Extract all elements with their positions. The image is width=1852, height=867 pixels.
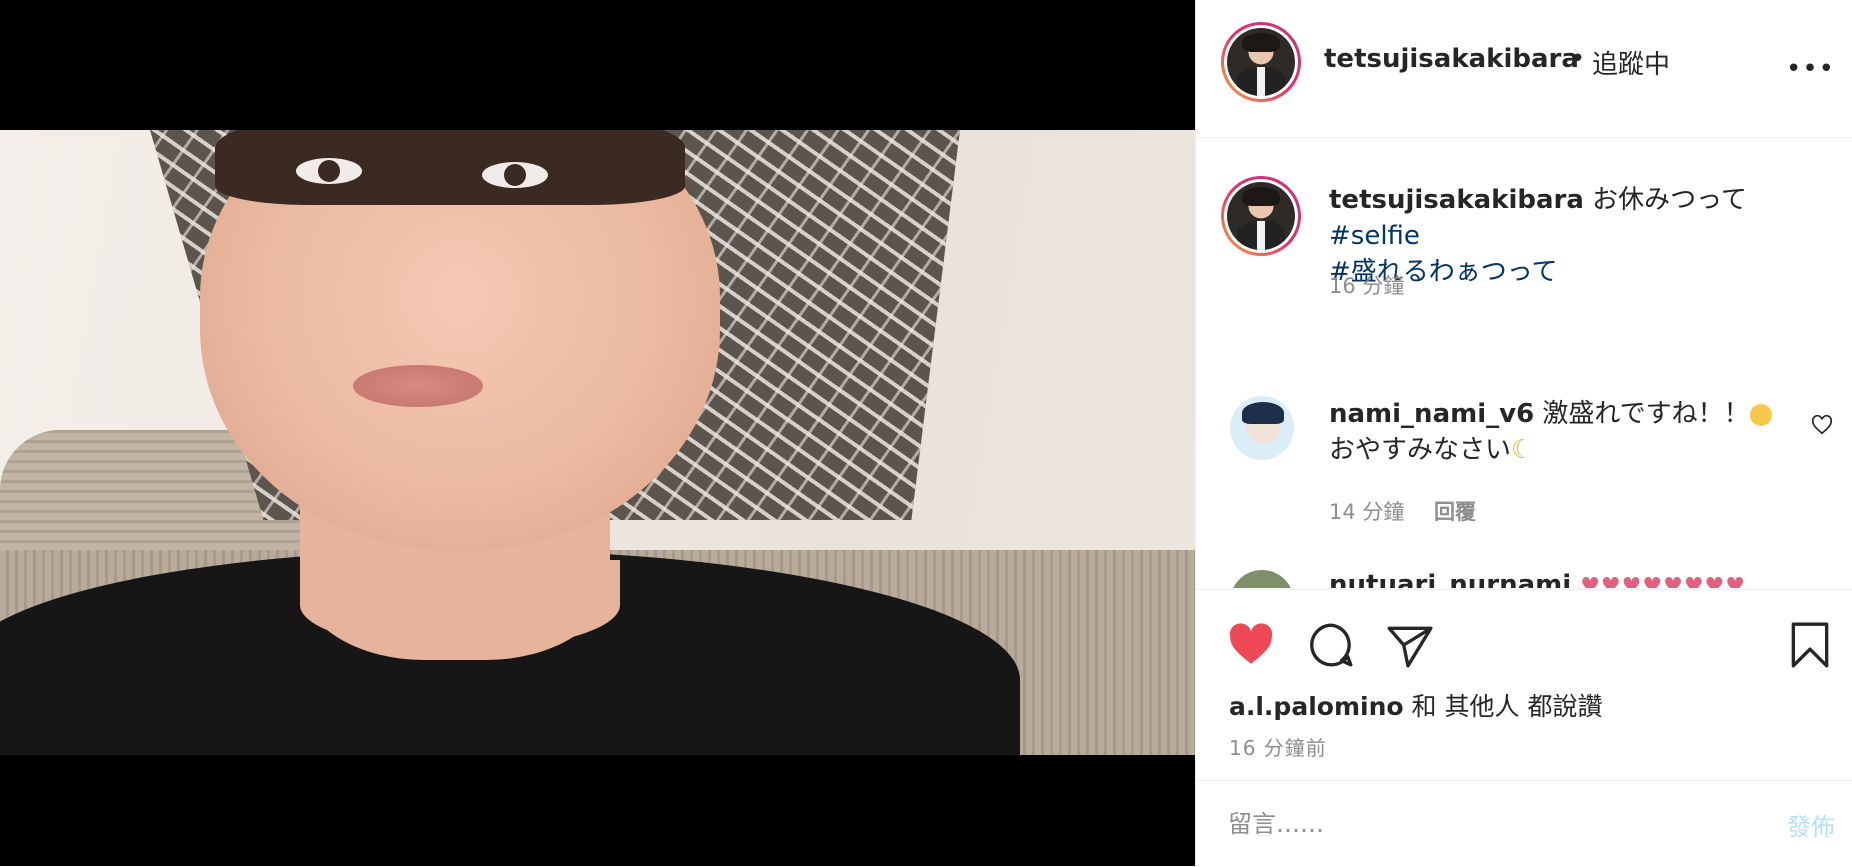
photo-eye-left — [296, 158, 362, 184]
caption-username[interactable]: tetsujisakakibara — [1329, 185, 1584, 215]
moon-emoji-icon: ☾ — [1511, 435, 1535, 465]
comment-box: 發佈 — [1196, 780, 1852, 867]
author-username[interactable]: tetsujisakakibara — [1324, 44, 1579, 74]
caption-text: お休みつって — [1592, 185, 1747, 215]
comment-item: nami_nami_v6 激盛れですね！！ おやすみなさい☾ — [1329, 396, 1789, 468]
likes-suffix: 都說讚 — [1527, 692, 1603, 721]
comment-like-heart-icon[interactable] — [1811, 414, 1833, 436]
flushed-emoji-icon — [1749, 403, 1772, 426]
post-media[interactable] — [0, 0, 1195, 866]
comment-text: 激盛れですね！！ — [1542, 399, 1750, 429]
photo-collar — [300, 560, 620, 650]
comment-hearts: ♥♥♥♥♥♥♥♥ — [1580, 574, 1746, 588]
comment-avatar[interactable] — [1230, 570, 1294, 588]
comment-input[interactable] — [1226, 803, 1730, 845]
post-photo[interactable] — [0, 130, 1195, 755]
post-actions: a.l.palomino 和 其他人 都說讚 16 分鐘前 — [1196, 589, 1852, 770]
share-paper-plane-icon[interactable] — [1385, 620, 1435, 670]
post-comment-button[interactable]: 發佈 — [1787, 807, 1835, 842]
bookmark-icon[interactable] — [1785, 620, 1835, 670]
author-avatar[interactable] — [1221, 22, 1301, 102]
reply-button[interactable]: 回覆 — [1434, 496, 1476, 526]
post-header: tetsujisakakibara • 追蹤中 ••• — [1196, 0, 1852, 138]
post-side-panel: tetsujisakakibara • 追蹤中 ••• tetsujisakak… — [1195, 0, 1852, 866]
comment-avatar[interactable] — [1230, 396, 1294, 460]
likes-and: 和 — [1411, 692, 1437, 721]
like-heart-icon[interactable] — [1226, 620, 1276, 670]
comment-bubble-icon[interactable] — [1306, 620, 1356, 670]
caption-time[interactable]: 16 分鐘 — [1329, 270, 1404, 300]
liker-username[interactable]: a.l.palomino — [1229, 692, 1404, 721]
post-timestamp[interactable]: 16 分鐘前 — [1229, 732, 1327, 761]
comments-list[interactable]: tetsujisakakibara お休みつって #selfie #盛れるわぁつ… — [1196, 138, 1852, 588]
photo-hair — [215, 130, 685, 205]
comment-text-line2: おやすみなさい — [1329, 435, 1512, 465]
likes-others-link[interactable]: 其他人 — [1444, 692, 1519, 721]
follow-status-button[interactable]: 追蹤中 — [1592, 44, 1670, 81]
photo-lips — [353, 365, 483, 407]
comment-username[interactable]: nami_nami_v6 — [1329, 399, 1534, 429]
photo-eye-right — [482, 162, 548, 188]
hashtag-selfie[interactable]: #selfie — [1329, 218, 1809, 254]
comment-time[interactable]: 14 分鐘 — [1329, 496, 1404, 526]
comment-username[interactable]: nutuari_nurnami — [1329, 570, 1571, 588]
more-options-icon[interactable]: ••• — [1786, 54, 1835, 84]
separator-dot: • — [1570, 44, 1586, 74]
likes-summary: a.l.palomino 和 其他人 都說讚 — [1229, 687, 1602, 723]
caption-avatar[interactable] — [1221, 176, 1301, 256]
comment-item: nutuari_nurnami ♥♥♥♥♥♥♥♥ — [1329, 570, 1746, 588]
